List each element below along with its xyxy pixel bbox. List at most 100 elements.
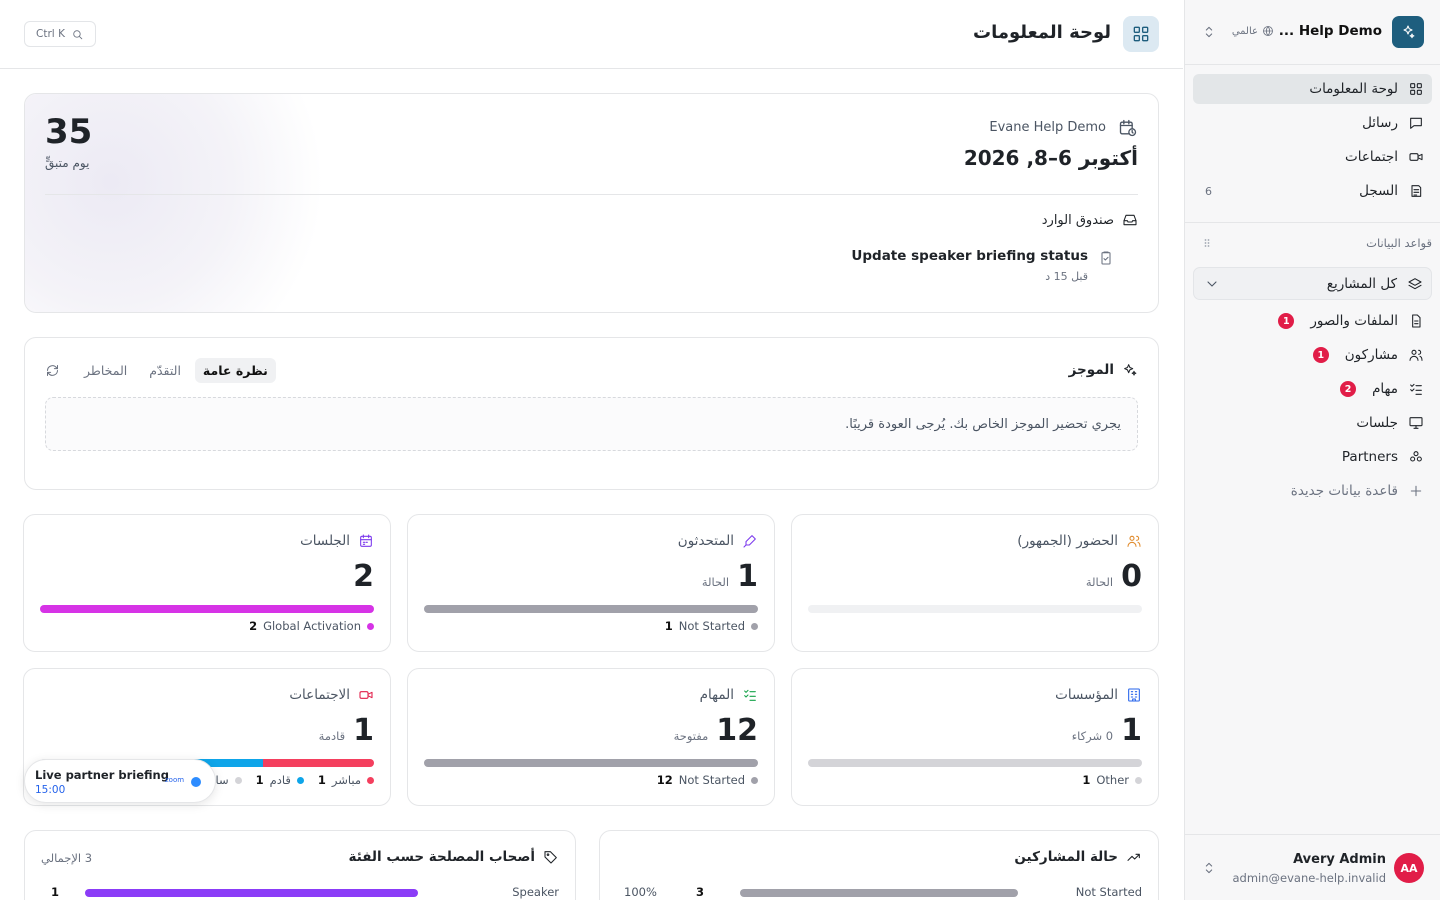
drag-handle-icon[interactable] — [1201, 237, 1213, 249]
db-item-participants[interactable]: مشاركون 1 — [1193, 340, 1432, 370]
stat-progress-bar — [424, 605, 758, 613]
workspace-scope-label: عالمي — [1231, 25, 1258, 37]
stakeholders-total: 3 الإجمالي — [41, 851, 93, 865]
legend-label: Not Started — [678, 619, 745, 633]
building-icon — [1128, 688, 1140, 702]
chevrons-up-down-icon[interactable] — [1201, 860, 1217, 876]
inbox-item-time: قبل 15 د — [1045, 270, 1088, 283]
legend-item: Not Started 1 — [665, 619, 758, 633]
db-item-files[interactable]: الملفات والصور 1 — [1193, 306, 1432, 336]
db-item-tasks[interactable]: مهام 2 — [1193, 374, 1432, 404]
inbox-title-label: صندوق الوارد — [1041, 212, 1114, 228]
stakeholders-card: أصحاب المصلحة حسب الفئة 3 الإجمالي Speak… — [24, 830, 576, 900]
dashboard-icon — [1410, 83, 1422, 95]
speakers-card[interactable]: المتحدثون 1 الحالة Not Started 1 — [407, 514, 775, 652]
zoom-icon — [191, 777, 201, 787]
briefing-title-label: الموجز — [1068, 362, 1114, 378]
db-item-partners[interactable]: Partners — [1193, 442, 1432, 472]
row-bar-fill — [85, 889, 418, 897]
nav-item-label: لوحة المعلومات — [1309, 81, 1398, 97]
user-menu[interactable]: AA Avery Admin admin@evane-help.invalid — [1185, 834, 1440, 900]
stat-value: 0 الحالة — [1086, 559, 1142, 594]
legend-count: 1 — [317, 773, 326, 787]
legend-item: مباشر 1 — [318, 773, 374, 787]
briefing-placeholder: يجري تحضير الموجز الخاص بك. يُرجى العودة… — [45, 397, 1138, 451]
audience-card[interactable]: الحضور (الجمهور) 0 الحالة — [791, 514, 1159, 652]
stat-number: 1 — [737, 559, 758, 594]
chevron-down-icon — [1204, 276, 1220, 292]
user-email: admin@evane-help.invalid — [1232, 871, 1386, 885]
db-item-sessions[interactable]: جلسات — [1193, 408, 1432, 438]
workspace-switcher[interactable]: Help Demo ... عالمي — [1201, 16, 1424, 48]
row-label: Speaker — [512, 885, 559, 899]
sessions-card[interactable]: الجلسات 2 Global Activation 2 — [23, 514, 391, 652]
zoom-label: zoom — [165, 776, 185, 784]
stat-title-label: المتحدثون — [677, 533, 734, 549]
calendar-icon — [360, 534, 372, 547]
row-label: Not Started — [1075, 885, 1142, 899]
participants-status-title-label: حالة المشاركين — [1014, 849, 1118, 865]
stat-sublabel: الحالة — [1085, 575, 1114, 589]
sidebar: Help Demo ... عالمي لوحة المعلومات رسائل… — [1184, 0, 1440, 900]
workspace-logo-icon — [1392, 16, 1424, 48]
legend-item: قادم 1 — [256, 773, 304, 787]
chevrons-up-down-icon[interactable] — [1201, 24, 1217, 40]
nav-item-messages[interactable]: رسائل — [1193, 108, 1432, 138]
db-item-label: مهام — [1372, 381, 1398, 397]
stat-value: 1 قادمة — [319, 713, 374, 748]
nav-item-log[interactable]: السجل 6 — [1193, 176, 1432, 206]
organizations-card[interactable]: المؤسسات 1 0 شركاء Other 1 — [791, 668, 1159, 806]
all-projects-select[interactable]: كل المشاريع — [1193, 267, 1432, 300]
live-meeting-time: 15:00 — [35, 784, 66, 796]
legend-item: Not Started 12 — [657, 773, 758, 787]
tab-overview[interactable]: نظرة عامة — [194, 358, 276, 383]
legend-label: قادم — [269, 773, 291, 787]
db-item-label: مشاركون — [1344, 347, 1398, 363]
page-header: لوحة المعلومات Ctrl K — [0, 0, 1183, 69]
tab-progress[interactable]: التقدّم — [141, 358, 189, 383]
workspace-scope: عالمي — [1232, 25, 1274, 37]
search-button[interactable]: Ctrl K — [24, 21, 96, 47]
handshake-icon — [1410, 451, 1422, 462]
stakeholders-title: أصحاب المصلحة حسب الفئة — [349, 849, 559, 865]
video-icon — [1409, 153, 1423, 161]
tab-risks[interactable]: المخاطر — [76, 358, 135, 383]
nav-item-label: السجل — [1359, 183, 1398, 199]
inbox-icon — [1123, 214, 1137, 226]
stat-progress-bar — [808, 759, 1142, 767]
stat-title: الاجتماعات — [289, 687, 374, 703]
briefing-tabs: نظرة عامة التقدّم المخاطر — [45, 358, 276, 383]
nav-item-meetings[interactable]: اجتماعات — [1193, 142, 1432, 172]
clipboard-check-icon — [1101, 251, 1111, 265]
legend-count: 1 — [255, 773, 264, 787]
legend-count: 12 — [656, 773, 673, 787]
tasks-card[interactable]: المهام 12 مفتوحة Not Started 12 — [407, 668, 775, 806]
inbox-item[interactable]: Update speaker briefing status قبل 15 د — [851, 248, 1114, 283]
stat-legend: Not Started 12 — [657, 773, 758, 787]
row-percent: 100% — [624, 885, 657, 899]
new-database-button[interactable]: قاعدة بيانات جديدة — [1193, 476, 1432, 506]
row-bar-track — [85, 889, 435, 897]
mic-icon — [743, 535, 756, 548]
legend-dot — [367, 622, 374, 630]
refresh-icon[interactable] — [45, 363, 60, 378]
nav-item-label: اجتماعات — [1345, 149, 1398, 165]
legend-dot — [751, 622, 758, 630]
users-icon — [1127, 535, 1141, 547]
stat-title: الجلسات — [300, 533, 374, 549]
live-meeting-pill[interactable]: Live partner briefing 15:00 zoom — [24, 759, 216, 803]
event-name: Evane Help Demo — [989, 120, 1106, 135]
legend-dot — [1135, 776, 1142, 784]
db-item-label: Partners — [1341, 449, 1398, 465]
tags-icon — [544, 851, 557, 864]
nav-item-dashboard[interactable]: لوحة المعلومات — [1193, 74, 1432, 104]
video-icon — [359, 691, 373, 699]
bar-segment — [40, 605, 374, 613]
days-left-count: 35 — [45, 112, 93, 152]
tasks-icon — [1410, 383, 1422, 395]
stat-value: 1 0 شركاء — [1072, 713, 1142, 748]
stat-title: المتحدثون — [678, 533, 758, 549]
stat-value: 1 الحالة — [702, 559, 758, 594]
log-count: 6 — [1205, 184, 1212, 198]
stat-sublabel: مفتوحة — [673, 729, 709, 743]
